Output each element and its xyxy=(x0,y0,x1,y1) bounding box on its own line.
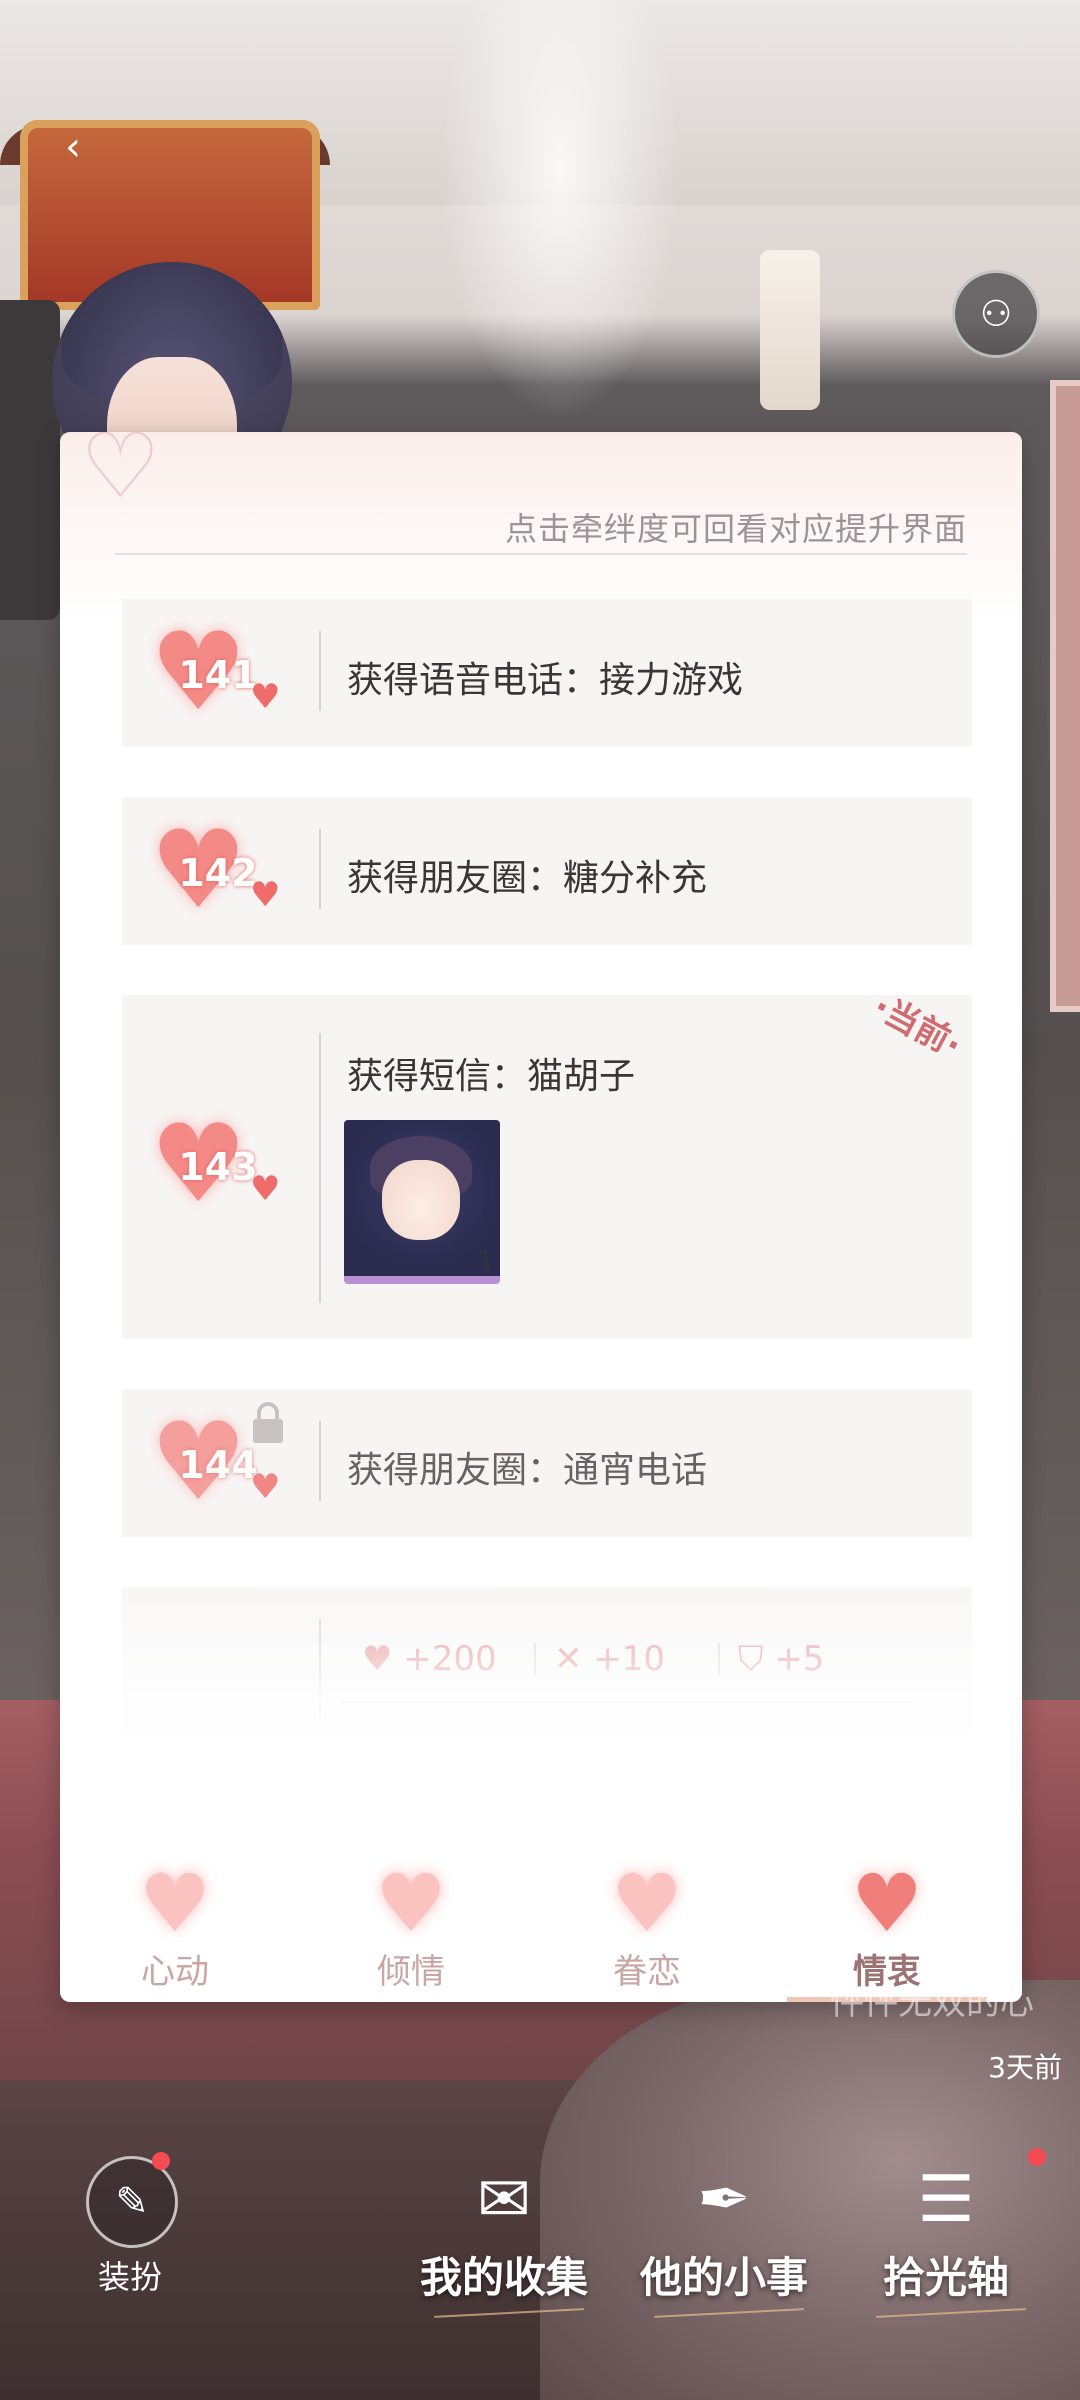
underline-decoration xyxy=(654,2308,804,2318)
person-icon: ⚇ xyxy=(979,293,1013,335)
tab-qingqing[interactable]: ♥ 倾情 xyxy=(296,1858,526,2002)
stat-divider xyxy=(718,1643,720,1675)
row-divider xyxy=(319,631,321,711)
my-collection-button[interactable]: ✉ 我的收集 xyxy=(414,2160,594,2320)
row-divider xyxy=(319,1033,321,1303)
small-heart-icon: ♥ xyxy=(250,677,281,717)
tab-label: 倾情 xyxy=(377,1952,445,1992)
collection-label: 我的收集 xyxy=(419,2253,588,2302)
back-arrow-icon[interactable]: ‹ xyxy=(48,122,98,172)
chandelier xyxy=(440,0,680,420)
dress-up-button[interactable]: ✎ xyxy=(86,2156,178,2248)
envelope-icon: ✉ xyxy=(477,2163,531,2237)
reward-swords-value: +10 xyxy=(593,1639,666,1679)
reward-stats-row: ♥ +200 ✕ +10 ⛉ +5 xyxy=(122,1587,972,1779)
left-shelf xyxy=(0,300,60,620)
dress-up-label: 装扮 xyxy=(97,2258,162,2296)
his-things-label: 他的小事 xyxy=(639,2253,808,2302)
level-row-141[interactable]: ♥ 141 ♥ 获得语音电话：接力游戏 xyxy=(122,599,972,747)
timeline-button[interactable]: ☰ 拾光轴 xyxy=(856,2160,1036,2320)
reward-heart-value: +200 xyxy=(403,1639,497,1679)
chibi-face xyxy=(382,1160,460,1240)
shield-icon: ⛉ xyxy=(738,1639,764,1679)
small-heart-icon: ♥ xyxy=(250,1467,281,1507)
side-caption: 怦怦无双的心 xyxy=(830,1983,1034,2023)
row-divider xyxy=(319,829,321,909)
notification-dot xyxy=(1028,2148,1046,2166)
tab-juanlian[interactable]: ♥ 眷恋 xyxy=(532,1858,762,2002)
row-divider xyxy=(319,1619,321,1719)
small-heart-icon: ♥ xyxy=(250,1169,281,1209)
stats-divider xyxy=(342,1701,912,1703)
heart-icon: ♥ xyxy=(851,1857,923,1950)
pen-icon: ✒ xyxy=(697,2163,751,2237)
level-badge[interactable]: ♥ 142 ♥ xyxy=(150,817,281,925)
level-badge[interactable]: ♥ 141 ♥ xyxy=(150,619,281,727)
tab-label: 眷恋 xyxy=(613,1952,681,1992)
level-row-144[interactable]: ♥ 144 ♥ 获得朋友圈：通宵电话 xyxy=(122,1389,972,1537)
reward-shield: ⛉ +5 xyxy=(738,1639,824,1679)
heart-outline-icon: ♡ xyxy=(80,432,161,519)
tab-xindong[interactable]: ♥ 心动 xyxy=(60,1858,290,2002)
small-heart-icon: ♥ xyxy=(250,875,281,915)
level-badge[interactable]: ♥ 143 ♥ xyxy=(150,1111,281,1219)
underline-decoration xyxy=(876,2308,1026,2318)
reward-swords: ✕ +10 xyxy=(554,1639,665,1679)
candle xyxy=(760,250,820,410)
current-badge: ·当前· xyxy=(866,986,969,1067)
underline-decoration xyxy=(434,2308,584,2318)
notification-dot xyxy=(152,2152,170,2170)
profile-switch-button[interactable]: ⚇ xyxy=(952,270,1040,358)
heart-icon: ♥ xyxy=(139,1857,211,1950)
reward-text: 获得朋友圈：通宵电话 xyxy=(347,1450,708,1491)
hint-divider xyxy=(115,553,967,555)
reward-text: 获得短信：猫胡子 xyxy=(347,1056,636,1097)
picture-frame xyxy=(1050,380,1080,1012)
his-things-button[interactable]: ✒ 他的小事 xyxy=(634,2160,814,2320)
hint-text: 点击牵绊度可回看对应提升界面 xyxy=(504,510,967,548)
cross-swords-icon: ✕ xyxy=(554,1639,583,1679)
heart-icon: ♥ xyxy=(611,1857,683,1950)
timeline-icon: ☰ xyxy=(917,2163,975,2237)
lock-icon xyxy=(253,1402,283,1443)
sticker-count: 1 xyxy=(478,1249,492,1274)
reward-heart: ♥ +200 xyxy=(362,1639,497,1679)
reward-text: 获得语音电话：接力游戏 xyxy=(347,660,744,701)
row-divider xyxy=(319,1421,321,1501)
level-row-143[interactable]: ·当前· ♥ 143 ♥ 获得短信：猫胡子 1 xyxy=(122,987,972,1339)
bond-level-panel: ♡ 点击牵绊度可回看对应提升界面 ♥ 141 ♥ 获得语音电话：接力游戏 ♥ 1… xyxy=(60,432,1022,2002)
heart-icon: ♥ xyxy=(362,1639,393,1679)
tab-label: 心动 xyxy=(141,1952,209,1992)
timeline-label: 拾光轴 xyxy=(882,2253,1009,2302)
stat-divider xyxy=(534,1643,536,1675)
sticker-thumbnail[interactable]: 1 xyxy=(344,1120,500,1284)
reward-shield-value: +5 xyxy=(774,1639,825,1679)
timestamp: 3天前 xyxy=(988,2051,1062,2084)
level-row-142[interactable]: ♥ 142 ♥ 获得朋友圈：糖分补充 xyxy=(122,797,972,945)
level-list[interactable]: ♥ 141 ♥ 获得语音电话：接力游戏 ♥ 142 ♥ 获得朋友圈：糖分补充 ·… xyxy=(122,599,972,1779)
heart-icon: ♥ xyxy=(375,1857,447,1950)
reward-text: 获得朋友圈：糖分补充 xyxy=(347,858,708,899)
brush-icon: ✎ xyxy=(115,2179,149,2225)
